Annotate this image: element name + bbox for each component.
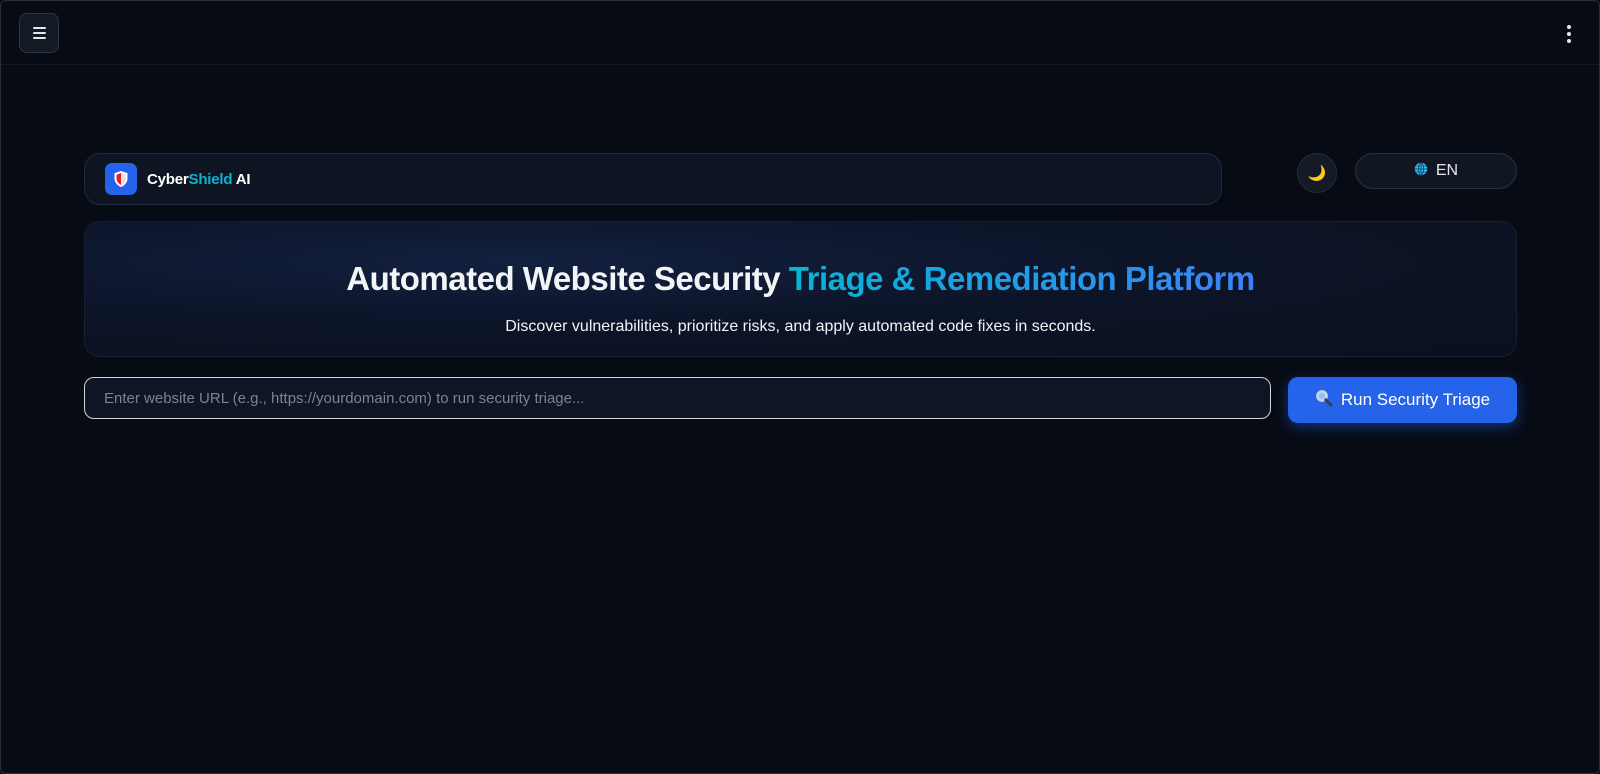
brand-name-part3: AI bbox=[232, 170, 251, 188]
hero-banner: Automated Website Security Triage & Reme… bbox=[84, 221, 1517, 357]
brand-name-part1: Cyber bbox=[147, 170, 189, 188]
hamburger-icon bbox=[32, 27, 46, 39]
magnifier-icon bbox=[1315, 389, 1333, 412]
brand-name-part2: Shield bbox=[188, 170, 233, 188]
brand-bar: CyberShield AI bbox=[84, 153, 1222, 205]
page-title: Automated Website Security Triage & Reme… bbox=[85, 260, 1516, 298]
globe-icon bbox=[1414, 161, 1428, 181]
title-accent: Triage & Remediation Platform bbox=[788, 260, 1255, 297]
run-security-triage-button[interactable]: Run Security Triage bbox=[1288, 377, 1517, 423]
theme-toggle-button[interactable]: 🌙 bbox=[1297, 153, 1337, 193]
brand-name: CyberShield AI bbox=[147, 170, 251, 188]
language-label: EN bbox=[1435, 162, 1459, 179]
more-options-icon[interactable] bbox=[1565, 25, 1573, 43]
title-main: Automated Website Security bbox=[346, 260, 789, 297]
shield-icon bbox=[105, 163, 137, 195]
url-input[interactable] bbox=[84, 377, 1271, 419]
language-button[interactable]: EN bbox=[1355, 153, 1517, 189]
top-bar bbox=[1, 1, 1599, 65]
menu-button[interactable] bbox=[19, 13, 59, 53]
run-button-label: Run Security Triage bbox=[1340, 390, 1491, 409]
app-window: CyberShield AI 🌙 EN Automated Website Se… bbox=[0, 0, 1600, 774]
page-subtitle: Discover vulnerabilities, prioritize ris… bbox=[505, 318, 1096, 335]
moon-icon: 🌙 bbox=[1307, 165, 1327, 182]
